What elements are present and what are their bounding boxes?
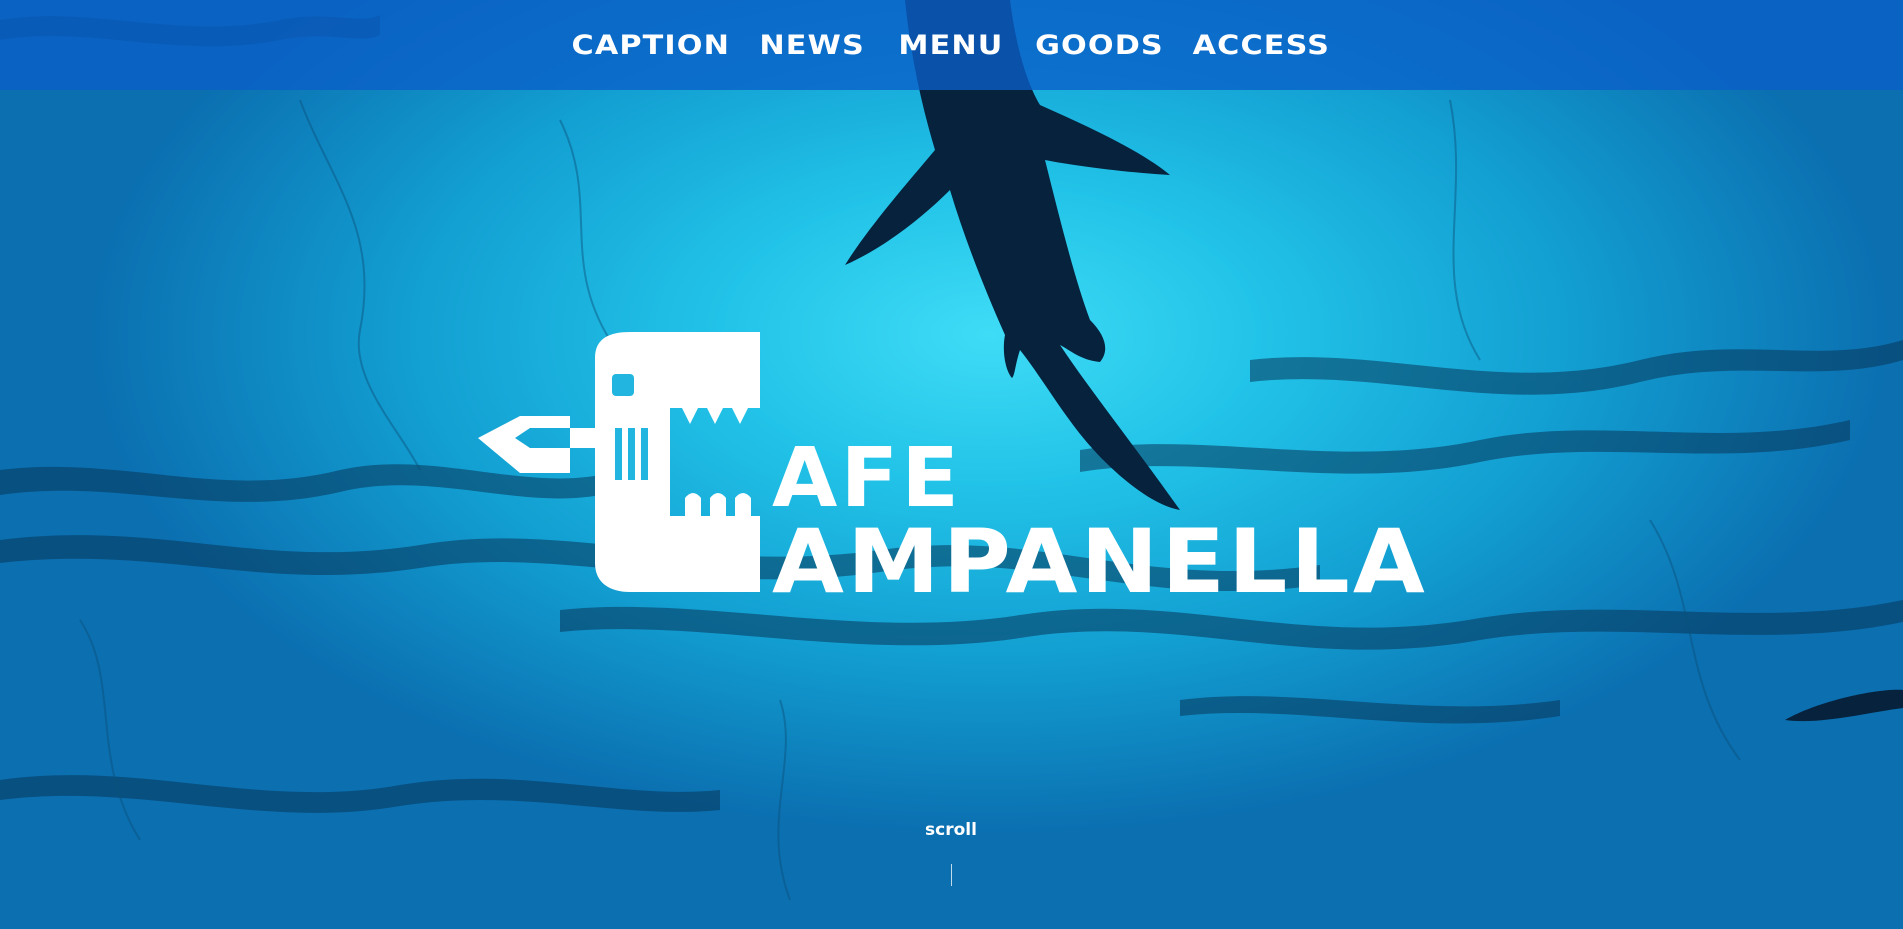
scroll-indicator-line — [951, 864, 952, 886]
nav-caption[interactable]: CAPTION — [565, 32, 737, 59]
scroll-label[interactable]: scroll — [901, 820, 1001, 840]
nav-goods[interactable]: GOODS — [1028, 32, 1170, 59]
hero-section: CAPTION NEWS MENU GOODS ACCESS AFE AMPAN… — [0, 0, 1903, 929]
logo-line-campanella: AMPANELLA — [772, 510, 1428, 596]
cafe-campanella-logo: AFE AMPANELLA — [478, 332, 1428, 596]
nav-access[interactable]: ACCESS — [1186, 32, 1337, 59]
main-nav: CAPTION NEWS MENU GOODS ACCESS — [0, 0, 1903, 90]
nav-news[interactable]: NEWS — [753, 32, 872, 59]
nav-menu[interactable]: MENU — [891, 32, 1010, 59]
